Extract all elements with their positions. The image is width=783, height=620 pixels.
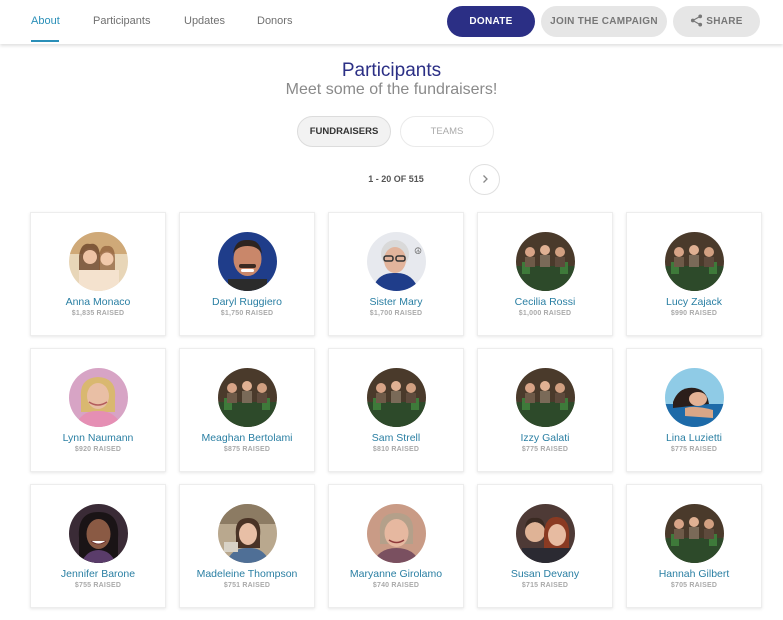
participant-name[interactable]: Madeleine Thompson	[180, 568, 314, 580]
tab-donors[interactable]: Donors	[257, 0, 292, 42]
participant-card[interactable]: Jennifer Barone $755 RAISED	[30, 484, 166, 608]
participant-raised: $775 RAISED	[670, 446, 718, 453]
avatar	[69, 232, 128, 291]
avatar	[516, 368, 575, 427]
avatar	[218, 504, 277, 563]
active-tab-indicator	[31, 40, 59, 42]
participants-grid: Anna Monaco $1,835 RAISED Daryl Ruggiero…	[30, 212, 762, 608]
participant-card[interactable]: Lynn Naumann $920 RAISED	[30, 348, 166, 472]
participant-name[interactable]: Sam Strell	[329, 432, 463, 444]
participant-name[interactable]: Hannah Gilbert	[627, 568, 761, 580]
participant-name[interactable]: Lucy Zajack	[627, 296, 761, 308]
participant-name[interactable]: Meaghan Bertolami	[180, 432, 314, 444]
participant-card[interactable]: Lucy Zajack $990 RAISED	[626, 212, 762, 336]
participant-raised: $1,700 RAISED	[369, 310, 423, 317]
participant-name[interactable]: Izzy Galati	[478, 432, 612, 444]
participant-raised: $751 RAISED	[223, 582, 271, 589]
avatar	[69, 368, 128, 427]
tab-participants[interactable]: Participants	[93, 0, 150, 42]
avatar	[367, 368, 426, 427]
tab-about[interactable]: About	[31, 0, 60, 42]
participant-name[interactable]: Susan Devany	[478, 568, 612, 580]
participant-raised: $755 RAISED	[74, 582, 122, 589]
share-icon	[690, 14, 706, 30]
participant-name[interactable]: Lynn Naumann	[31, 432, 165, 444]
participant-card[interactable]: Sam Strell $810 RAISED	[328, 348, 464, 472]
chevron-right-icon	[480, 171, 490, 189]
avatar	[218, 368, 277, 427]
participant-raised: $990 RAISED	[670, 310, 718, 317]
participant-card[interactable]: Lina Luzietti $775 RAISED	[626, 348, 762, 472]
participant-card[interactable]: Madeleine Thompson $751 RAISED	[179, 484, 315, 608]
participant-card[interactable]: Maryanne Girolamo $740 RAISED	[328, 484, 464, 608]
avatar	[665, 504, 724, 563]
participant-raised: $740 RAISED	[372, 582, 420, 589]
participant-card[interactable]: Cecilia Rossi $1,000 RAISED	[477, 212, 613, 336]
participant-raised: $920 RAISED	[74, 446, 122, 453]
teams-toggle[interactable]: TEAMS	[400, 116, 494, 147]
avatar	[665, 368, 724, 427]
avatar	[367, 504, 426, 563]
top-nav: About Participants Updates Donors DONATE…	[0, 0, 783, 44]
avatar	[516, 504, 575, 563]
participant-card[interactable]: Susan Devany $715 RAISED	[477, 484, 613, 608]
participant-name[interactable]: Anna Monaco	[31, 296, 165, 308]
participant-name[interactable]: Sister Mary	[329, 296, 463, 308]
fundraisers-toggle[interactable]: FUNDRAISERS	[297, 116, 391, 147]
participant-card[interactable]: ☮ Sister Mary $1,700 RAISED	[328, 212, 464, 336]
participant-card[interactable]: Daryl Ruggiero $1,750 RAISED	[179, 212, 315, 336]
participant-name[interactable]: Jennifer Barone	[31, 568, 165, 580]
join-campaign-button[interactable]: JOIN THE CAMPAIGN	[541, 6, 667, 37]
donate-button[interactable]: DONATE	[447, 6, 535, 37]
avatar	[665, 232, 724, 291]
participant-raised: $715 RAISED	[521, 582, 569, 589]
svg-text:☮: ☮	[414, 246, 422, 256]
participant-raised: $705 RAISED	[670, 582, 718, 589]
pagination-range: 1 - 20 OF 515	[368, 174, 424, 184]
share-label: SHARE	[706, 16, 743, 27]
participant-name[interactable]: Lina Luzietti	[627, 432, 761, 444]
participant-card[interactable]: Meaghan Bertolami $875 RAISED	[179, 348, 315, 472]
participant-raised: $1,835 RAISED	[71, 310, 125, 317]
participant-raised: $810 RAISED	[372, 446, 420, 453]
avatar: ☮	[367, 232, 426, 291]
participant-card[interactable]: Anna Monaco $1,835 RAISED	[30, 212, 166, 336]
participant-raised: $875 RAISED	[223, 446, 271, 453]
tab-updates[interactable]: Updates	[184, 0, 225, 42]
avatar	[69, 504, 128, 563]
participant-name[interactable]: Maryanne Girolamo	[329, 568, 463, 580]
participant-raised: $1,750 RAISED	[220, 310, 274, 317]
next-page-button[interactable]	[469, 164, 500, 195]
participant-card[interactable]: Hannah Gilbert $705 RAISED	[626, 484, 762, 608]
participant-name[interactable]: Cecilia Rossi	[478, 296, 612, 308]
avatar	[218, 232, 277, 291]
participant-raised: $1,000 RAISED	[518, 310, 572, 317]
participant-name[interactable]: Daryl Ruggiero	[180, 296, 314, 308]
share-button[interactable]: SHARE	[673, 6, 760, 37]
avatar	[516, 232, 575, 291]
participant-card[interactable]: Izzy Galati $775 RAISED	[477, 348, 613, 472]
page-subtitle: Meet some of the fundraisers!	[285, 81, 498, 98]
page-title: Participants	[341, 60, 442, 81]
participant-raised: $775 RAISED	[521, 446, 569, 453]
